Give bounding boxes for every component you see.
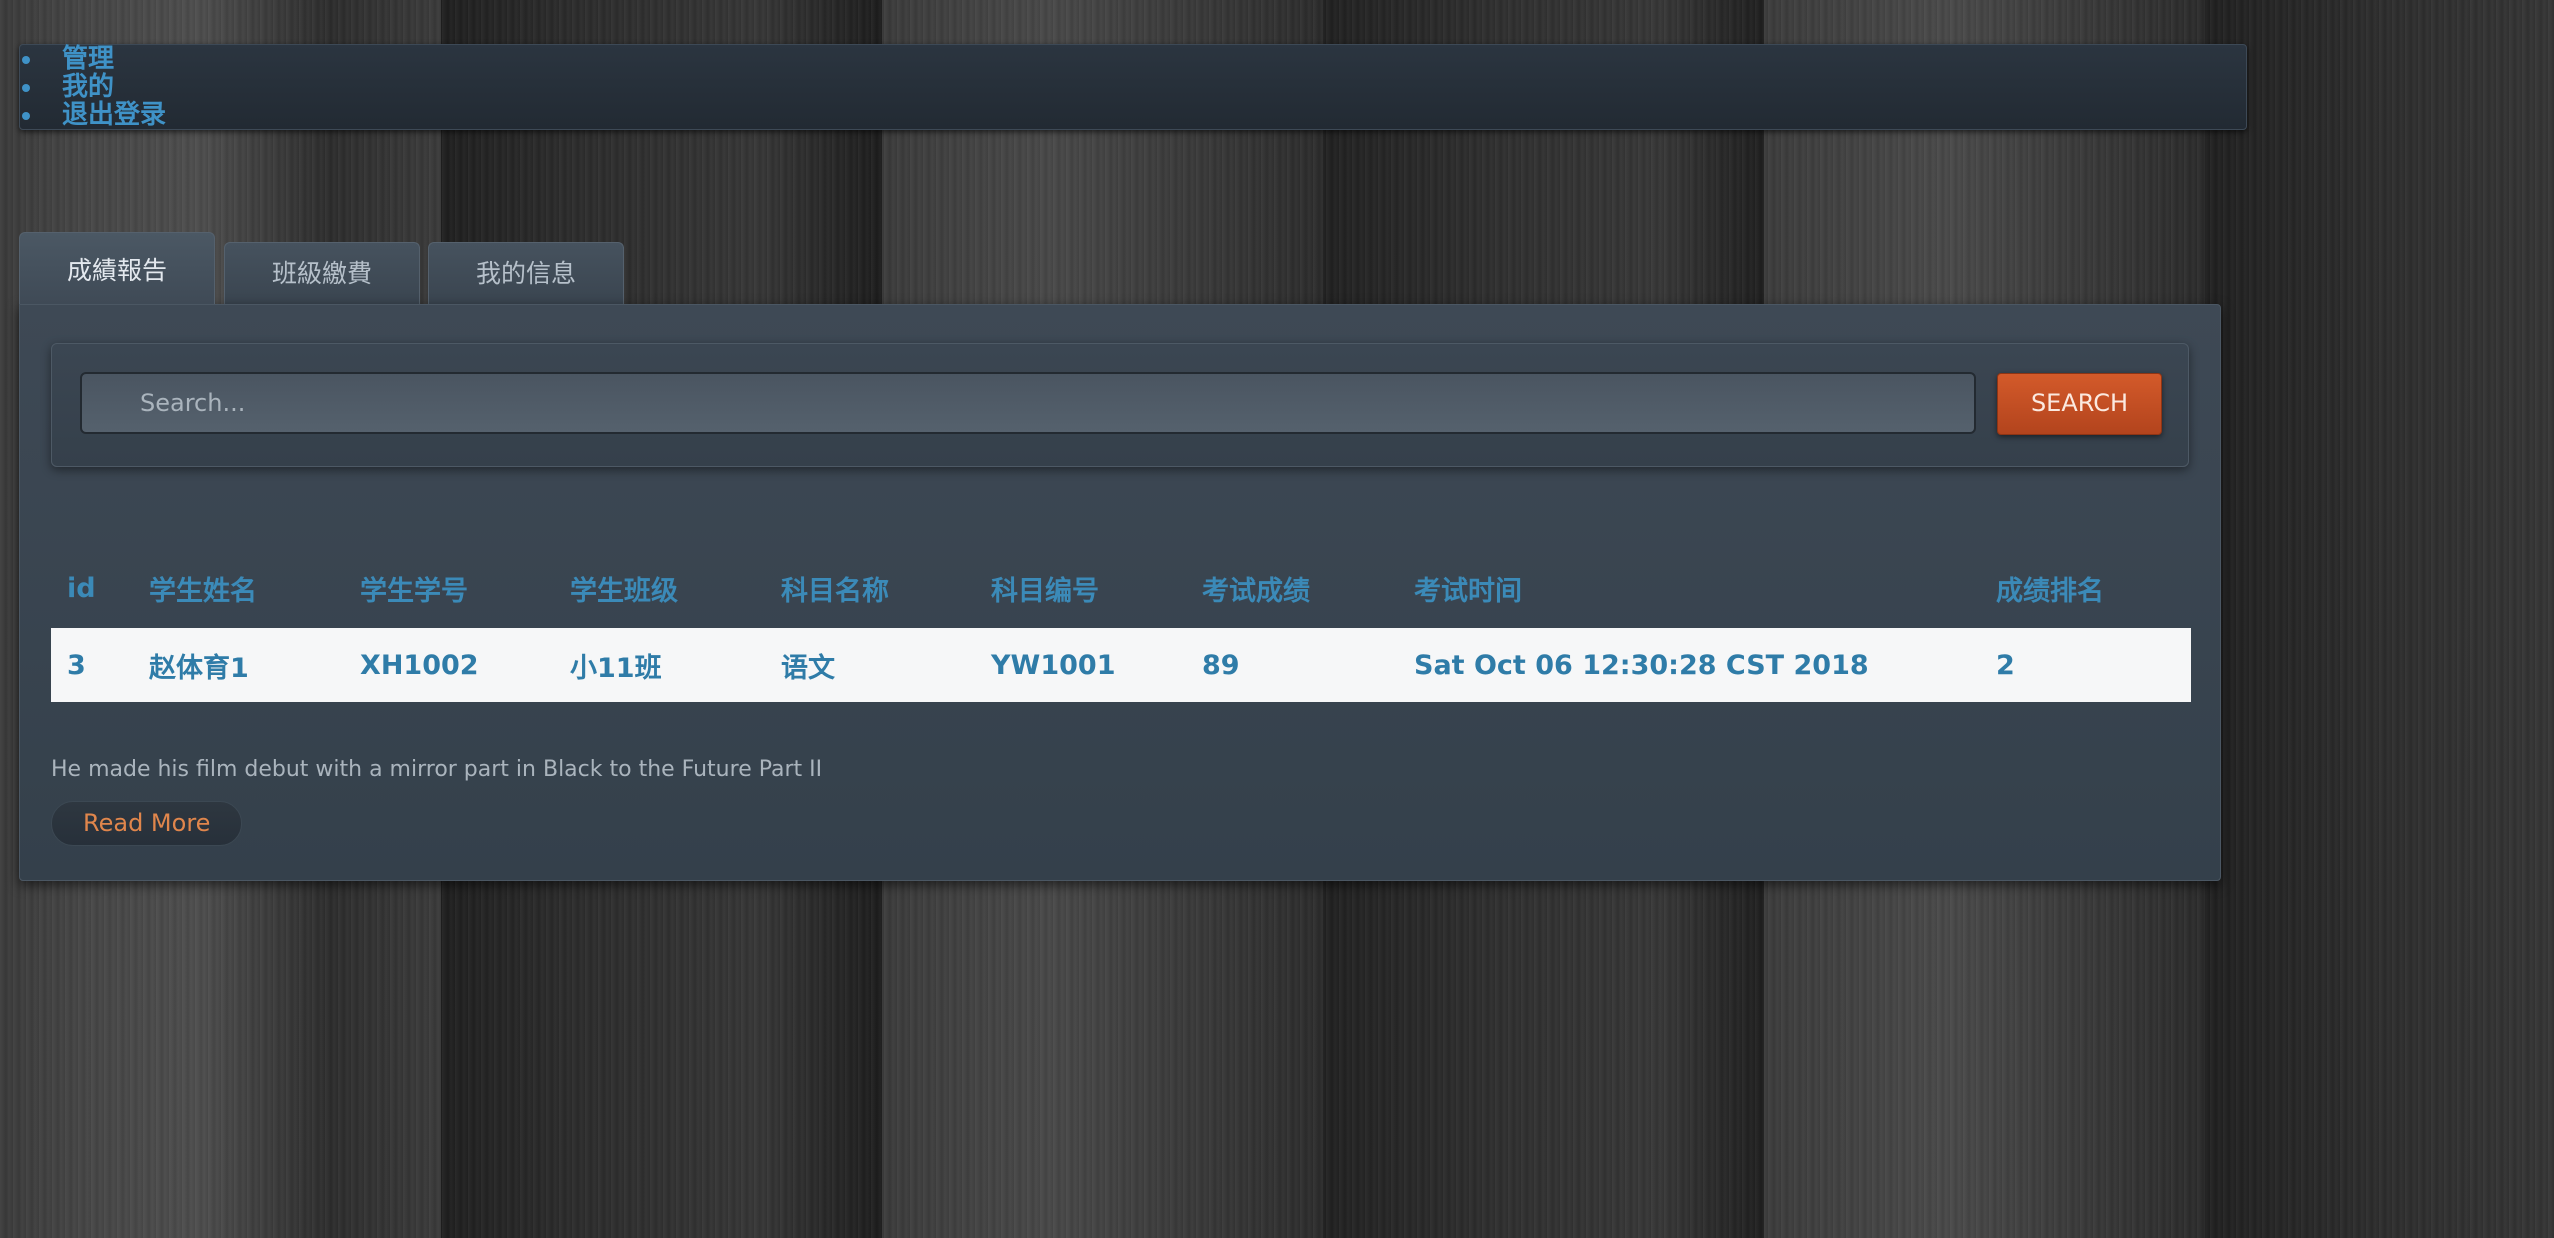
top-navigation: 管理 我的 退出登录: [19, 44, 2247, 130]
tab-class-fees[interactable]: 班級繳費: [224, 242, 420, 304]
column-header-student-class: 学生班级: [570, 575, 678, 607]
read-more-button[interactable]: Read More: [51, 801, 243, 846]
table-row[interactable]: 3 赵体育1 XH1002 小11班 语文 YW1001 89 Sat Oct …: [51, 628, 2191, 702]
tab-grade-report[interactable]: 成績報告: [19, 232, 215, 304]
column-header-score-rank: 成绩排名: [1996, 575, 2104, 607]
description-text: He made his film debut with a mirror par…: [51, 757, 823, 782]
column-header-subject-name: 科目名称: [781, 575, 889, 607]
cell-exam-time: Sat Oct 06 12:30:28 CST 2018: [1398, 628, 1980, 702]
cell-exam-score: 89: [1186, 628, 1398, 702]
column-header-student-name: 学生姓名: [149, 575, 257, 607]
nav-list: 管理 我的 退出登录: [20, 45, 166, 129]
nav-item-logout[interactable]: 退出登录: [20, 101, 166, 129]
tab-my-info[interactable]: 我的信息: [428, 242, 624, 304]
cell-subject-name: 语文: [765, 628, 975, 702]
column-header-id: id: [67, 572, 96, 604]
cell-subject-code: YW1001: [975, 628, 1186, 702]
search-input[interactable]: [80, 372, 1976, 434]
nav-item-mine[interactable]: 我的: [20, 73, 166, 101]
search-container: SEARCH: [51, 343, 2189, 467]
cell-id: 3: [51, 628, 133, 702]
grades-table: id 学生姓名 学生学号 学生班级 科目名称 科目编号 考试成绩 考试时间 成绩…: [51, 548, 2191, 702]
cell-score-rank: 2: [1980, 628, 2191, 702]
cell-student-class: 小11班: [554, 628, 765, 702]
cell-student-number: XH1002: [344, 628, 554, 702]
column-header-exam-time: 考试时间: [1414, 575, 1522, 607]
nav-item-manage[interactable]: 管理: [20, 45, 166, 73]
column-header-exam-score: 考试成绩: [1202, 575, 1310, 607]
cell-student-name: 赵体育1: [133, 628, 344, 702]
tab-content-panel: SEARCH id 学生姓名 学生学号 学生班级 科目名称 科目编号 考试成绩 …: [19, 304, 2221, 881]
column-header-subject-code: 科目编号: [991, 575, 1099, 607]
search-button[interactable]: SEARCH: [1997, 373, 2162, 435]
table-header-row: id 学生姓名 学生学号 学生班级 科目名称 科目编号 考试成绩 考试时间 成绩…: [51, 548, 2191, 628]
column-header-student-number: 学生学号: [360, 575, 468, 607]
